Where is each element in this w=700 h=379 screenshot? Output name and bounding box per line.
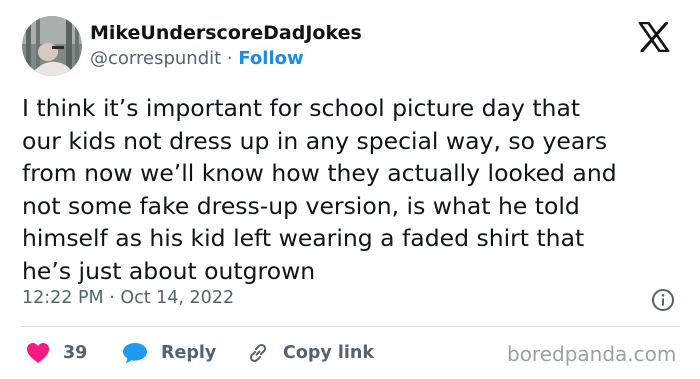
copy-link-label: Copy link xyxy=(283,343,374,363)
timestamp[interactable]: 12:22 PM · Oct 14, 2022 xyxy=(22,288,234,308)
heart-icon xyxy=(27,343,49,363)
reply-button[interactable]: Reply xyxy=(122,341,216,365)
display-name[interactable]: MikeUnderscoreDadJokes xyxy=(90,22,362,44)
copy-link-button[interactable]: Copy link xyxy=(246,341,374,365)
follow-button[interactable]: Follow xyxy=(238,48,303,69)
user-handle[interactable]: @correspundit xyxy=(90,48,221,69)
reply-label: Reply xyxy=(161,343,217,363)
like-button[interactable]: 39 xyxy=(26,341,87,365)
separator: · xyxy=(221,48,239,69)
speech-bubble-icon xyxy=(123,343,147,364)
avatar[interactable] xyxy=(22,16,82,76)
x-logo-icon[interactable] xyxy=(638,22,670,52)
like-count: 39 xyxy=(63,343,88,363)
info-icon[interactable] xyxy=(651,288,675,312)
link-icon xyxy=(249,343,267,363)
handle-line: @correspundit · Follow xyxy=(90,48,304,69)
avatar-photo xyxy=(22,16,82,76)
watermark: boredpanda.com xyxy=(507,342,677,366)
tweet-text: I think it’s important for school pictur… xyxy=(22,94,617,285)
divider xyxy=(22,326,680,327)
